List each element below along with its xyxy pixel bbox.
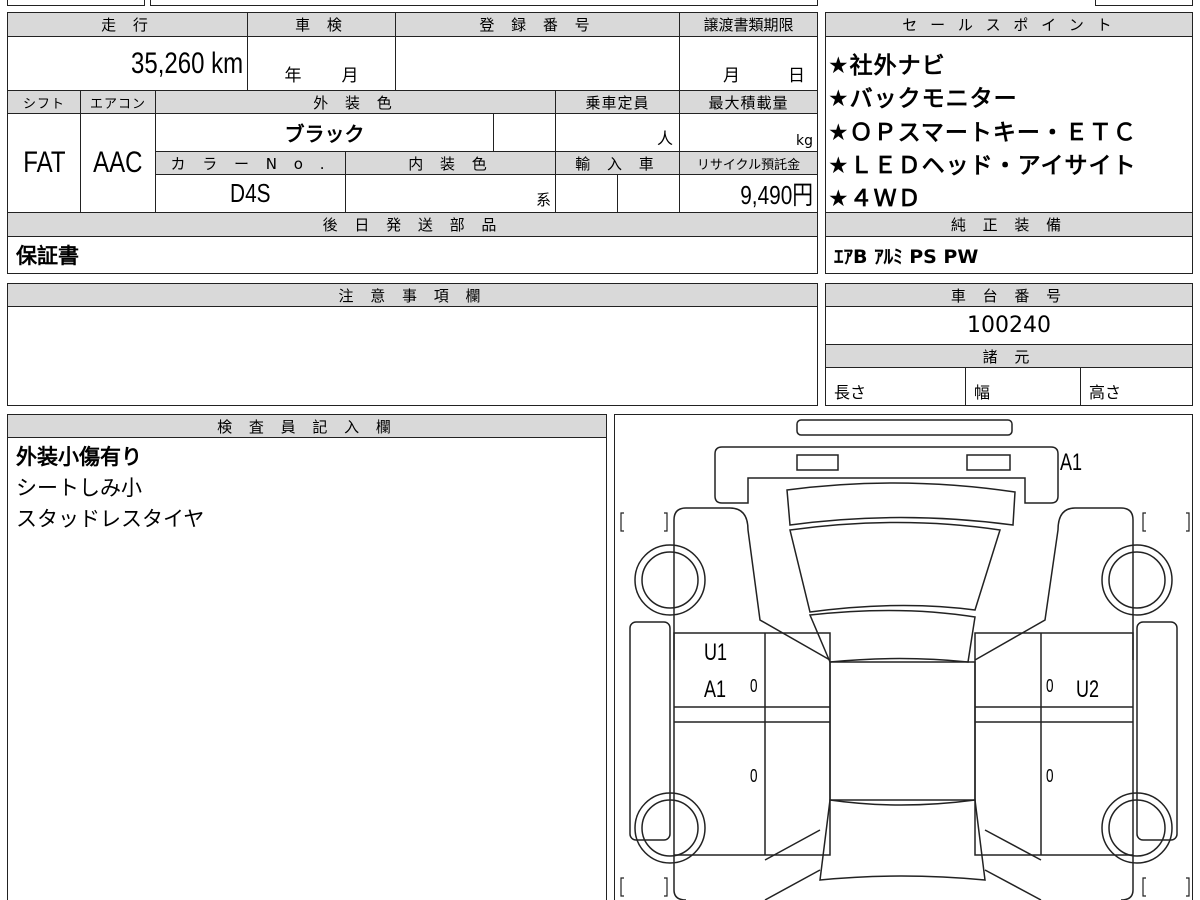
right-rear-quarter bbox=[984, 829, 1134, 900]
right-step bbox=[1136, 621, 1178, 841]
zero-mark: 0 bbox=[750, 676, 758, 696]
import-value-2 bbox=[617, 174, 680, 213]
color-no-text: D4S bbox=[230, 178, 271, 208]
recycle-fee-header: リサイクル預託金 bbox=[679, 151, 818, 175]
rear-spoiler bbox=[796, 419, 1013, 436]
mileage-header: 走 行 bbox=[7, 12, 248, 37]
top-remnant bbox=[1095, 0, 1193, 6]
sales-point: ★社外ナビ bbox=[828, 53, 946, 79]
damage-mark-left-door: U1 bbox=[704, 639, 728, 666]
left-rear-quarter bbox=[673, 829, 821, 900]
recycle-fee-value: 9,490円 bbox=[679, 174, 818, 213]
equipment-header: 純 正 装 備 bbox=[825, 212, 1193, 237]
wheel-inner bbox=[641, 551, 699, 609]
interior-color-header: 内 装 色 bbox=[345, 151, 556, 175]
lamp-right bbox=[966, 454, 1011, 471]
ac-value: AAC bbox=[80, 113, 156, 213]
inspector-line: 外装小傷有り bbox=[16, 445, 142, 469]
sales-point: ★４ＷＤ bbox=[828, 186, 922, 212]
max-load-header: 最大積載量 bbox=[679, 90, 818, 114]
color-no-value: D4S bbox=[155, 174, 346, 213]
inspector-line: シートしみ小 bbox=[16, 476, 142, 500]
width-cell: 幅 bbox=[965, 367, 1081, 406]
lamp-left bbox=[796, 454, 839, 471]
hood bbox=[789, 521, 1001, 613]
year-label: 年 bbox=[284, 66, 302, 86]
later-parts-value: 保証書 bbox=[7, 236, 818, 274]
sales-points-header: セ ー ル ス ポ イ ン ト bbox=[825, 12, 1193, 37]
auction-sheet: 走 行 車 検 登 録 番 号 譲渡書類期限 35,260 km 年月 月日 シ… bbox=[0, 0, 1200, 900]
length-cell: 長さ bbox=[825, 367, 966, 406]
import-value-1 bbox=[555, 174, 618, 213]
zero-mark: 0 bbox=[750, 766, 758, 786]
mileage-text: 35,260 km bbox=[130, 46, 243, 80]
inspector-body: 外装小傷有り シートしみ小 スタッドレスタイヤ bbox=[7, 437, 607, 900]
zero-mark: 0 bbox=[1046, 676, 1054, 696]
mileage-value: 35,260 km bbox=[7, 36, 248, 91]
wheel-inner bbox=[1108, 551, 1166, 609]
rear-glass bbox=[786, 482, 1016, 526]
transfer-deadline-header: 譲渡書類期限 bbox=[679, 12, 818, 37]
ac-header: エアコン bbox=[80, 90, 156, 114]
exterior-color-extra bbox=[493, 113, 556, 152]
specs-header: 諸 元 bbox=[825, 344, 1193, 368]
color-no-header: カ ラ ー N o . bbox=[155, 151, 346, 175]
notes-header: 注 意 事 項 欄 bbox=[7, 283, 818, 307]
car-diagram bbox=[620, 419, 1190, 900]
roof bbox=[829, 661, 976, 801]
equipment-value: ｴｱB ｱﾙﾐ PS PW bbox=[825, 236, 1193, 274]
top-remnant bbox=[7, 0, 145, 6]
top-remnant bbox=[150, 0, 818, 6]
later-parts-header: 後 日 発 送 部 品 bbox=[7, 212, 818, 237]
interior-color-value: 系 bbox=[345, 174, 556, 213]
zero-mark: 0 bbox=[1046, 766, 1054, 786]
capacity-header: 乗車定員 bbox=[555, 90, 680, 114]
sales-point: ★ＯＰスマートキー・ＥＴＣ bbox=[828, 120, 1137, 146]
month-label: 月 bbox=[341, 66, 359, 86]
exterior-color-value: ブラック bbox=[155, 113, 494, 152]
shift-value: FAT bbox=[7, 113, 81, 213]
day-label: 日 bbox=[788, 66, 805, 86]
damage-mark-left-door-2: A1 bbox=[704, 676, 727, 703]
windshield bbox=[808, 609, 976, 663]
sales-point: ★バックモニター bbox=[828, 86, 1018, 112]
left-step bbox=[629, 621, 671, 841]
inspector-line: スタッドレスタイヤ bbox=[16, 507, 205, 531]
recycle-fee-text: 9,490円 bbox=[740, 180, 813, 210]
transfer-deadline-value: 月日 bbox=[679, 36, 818, 91]
wheel-front-right bbox=[1101, 544, 1173, 616]
month-label: 月 bbox=[723, 66, 740, 86]
height-cell: 高さ bbox=[1080, 367, 1193, 406]
sales-point: ★ＬＥＤヘッド・アイサイト bbox=[828, 153, 1137, 179]
shift-header: シフト bbox=[7, 90, 81, 114]
max-load-value: kg bbox=[679, 113, 818, 152]
import-header: 輸 入 車 bbox=[555, 151, 680, 175]
shaken-value: 年月 bbox=[247, 36, 396, 91]
registration-value bbox=[395, 36, 680, 91]
inspector-header: 検 査 員 記 入 欄 bbox=[7, 414, 607, 438]
wheel-front-left bbox=[634, 544, 706, 616]
chassis-header: 車 台 番 号 bbox=[825, 283, 1193, 307]
ac-text: AAC bbox=[93, 146, 143, 179]
shift-text: FAT bbox=[22, 146, 66, 179]
notes-body bbox=[7, 306, 818, 406]
capacity-value: 人 bbox=[555, 113, 680, 152]
exterior-color-header: 外 装 色 bbox=[155, 90, 556, 114]
shaken-header: 車 検 bbox=[247, 12, 396, 37]
damage-mark-right-door: U2 bbox=[1076, 676, 1100, 703]
chassis-value: 100240 bbox=[825, 306, 1193, 345]
tailgate bbox=[819, 799, 986, 881]
registration-header: 登 録 番 号 bbox=[395, 12, 680, 37]
damage-mark-rear: A1 bbox=[1060, 449, 1083, 476]
